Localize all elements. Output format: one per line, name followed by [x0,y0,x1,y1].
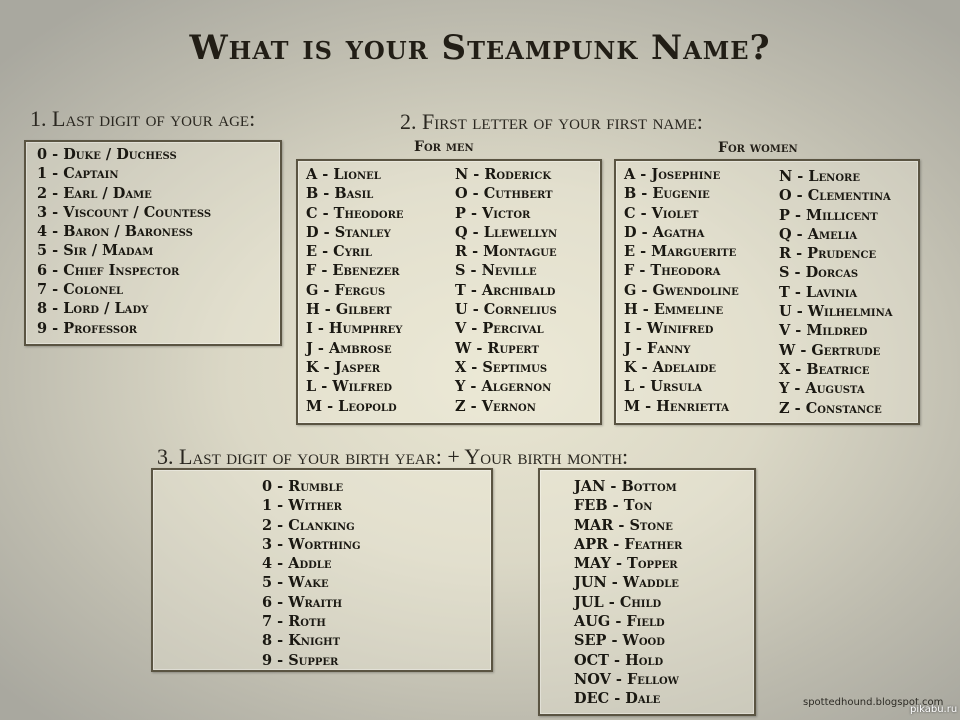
list-item: SEP - Wood [574,632,665,650]
list-item: O - Cuthbert [455,185,553,203]
list-item: D - Stanley [306,223,391,241]
list-item: R - Prudence [779,245,877,263]
list-item: M - Henrietta [624,397,729,415]
list-item: A - Lionel [306,166,381,183]
list-item: P - Victor [455,204,531,222]
watermark-text: pikabu.ru [910,704,958,715]
section1-heading: 1. Last digit of your age: [30,106,256,131]
list-item: 6 - Chief Inspector [37,261,180,279]
list-item: O - Clementina [779,187,891,205]
list-item: V - Percival [455,320,544,338]
age-title-list: 0 - Duke / Duchess 1 - Captain 2 - Earl / … [37,145,211,338]
list-item: 4 - Baron / Baroness [37,223,193,241]
list-item: T - Archibald [455,281,556,299]
for-men-label: For men [414,139,474,155]
list-item: E - Cyril [306,243,372,261]
list-item: T - Lavinia [779,283,858,301]
list-item: M - Leopold [306,397,397,415]
list-item: C - Violet [624,204,699,222]
list-item: 9 - Supper [262,651,339,669]
list-item: 5 - Sir / Madam [37,242,154,260]
list-item: J - Fanny [624,339,691,357]
list-item: 8 - Knight [262,632,341,650]
list-item: H - Emmeline [624,301,724,319]
list-item: F - Theodora [624,262,721,280]
list-item: JUL - Child [574,593,662,611]
list-item: 1 - Captain [37,165,119,183]
list-item: W - Gertrude [779,341,881,359]
list-item: D - Agatha [624,223,705,241]
list-item: JUN - Waddle [574,574,679,592]
list-item: 4 - Addle [262,555,332,573]
men-names-col2: N - Roderick O - Cuthbert P - Victor Q - Ll… [455,165,557,416]
list-item: P - Millicent [779,206,878,224]
list-item: Q - Amelia [779,225,858,243]
list-item: Z - Constance [779,399,882,417]
list-item: V - Mildred [779,322,868,340]
list-item: I - Winifred [624,320,714,338]
list-item: 3 - Viscount / Countess [37,203,212,221]
list-item: 5 - Wake [262,574,329,592]
list-item: 6 - Wraith [262,593,343,611]
list-item: E - Marguerite [624,243,737,261]
list-item: J - Ambrose [306,339,392,357]
list-item: N - Lenore [779,168,860,185]
list-item: 7 - Colonel [37,281,123,299]
list-item: 0 - Rumble [262,478,344,495]
list-item: MAR - Stone [574,516,673,534]
list-item: U - Wilhelmina [779,303,893,321]
section3-heading: 3. Last digit of your birth year: + Your… [157,444,629,469]
women-names-col2: N - Lenore O - Clementina P - Millicent Q -… [779,167,893,418]
list-item: I - Humphrey [306,320,403,338]
list-item: 2 - Clanking [262,516,355,534]
list-item: B - Eugenie [624,185,710,203]
list-item: Y - Augusta [779,380,865,398]
women-names-col1: A - Josephine B - Eugenie C - Violet D - Ag… [624,165,739,416]
list-item: C - Theodore [306,204,404,222]
list-item: L - Ursula [624,378,702,396]
list-item: AUG - Field [574,613,665,631]
list-item: Y - Algernon [455,378,552,396]
for-women-label: For women [718,140,798,156]
list-item: X - Beatrice [779,360,870,378]
list-item: JAN - Bottom [574,478,677,495]
poster-title: What is your Steampunk Name? [189,28,771,68]
list-item: 9 - Professor [37,319,138,337]
list-item: NOV - Fellow [574,670,679,688]
list-item: K - Adelaide [624,358,717,376]
list-item: B - Basil [306,185,374,203]
list-item: S - Neville [455,262,537,280]
birth-month-list: JAN - Bottom FEB - Ton MAR - Stone APR - Fe… [574,477,682,709]
list-item: 1 - Wither [262,497,342,515]
list-item: 8 - Lord / Lady [37,300,149,318]
list-item: F - Ebenezer [306,262,400,280]
list-item: Z - Vernon [455,397,536,415]
list-item: 3 - Worthing [262,535,361,553]
birth-year-list: 0 - Rumble 1 - Wither 2 - Clanking 3 - Wort… [262,477,361,670]
list-item: U - Cornelius [455,301,557,319]
list-item: 0 - Duke / Duchess [37,146,177,163]
list-item: R - Montague [455,243,557,261]
list-item: 7 - Roth [262,613,326,631]
list-item: OCT - Hold [574,651,664,669]
list-item: APR - Feather [574,535,683,553]
list-item: Q - Llewellyn [455,223,558,241]
list-item: X - Septimus [455,358,548,376]
list-item: W - Rupert [455,339,539,357]
list-item: G - Fergus [306,281,386,299]
list-item: G - Gwendoline [624,281,739,299]
list-item: MAY - Topper [574,555,678,573]
section2-heading: 2. First letter of your first name: [400,109,703,134]
list-item: DEC - Dale [574,690,661,708]
list-item: FEB - Ton [574,497,653,515]
list-item: H - Gilbert [306,301,392,319]
list-item: S - Dorcas [779,264,859,282]
list-item: A - Josephine [624,166,721,183]
list-item: 2 - Earl / Dame [37,184,152,202]
list-item: K - Jasper [306,358,381,376]
men-names-col1: A - Lionel B - Basil C - Theodore D - Stanl… [306,165,404,416]
list-item: N - Roderick [455,166,552,183]
list-item: L - Wilfred [306,378,393,396]
